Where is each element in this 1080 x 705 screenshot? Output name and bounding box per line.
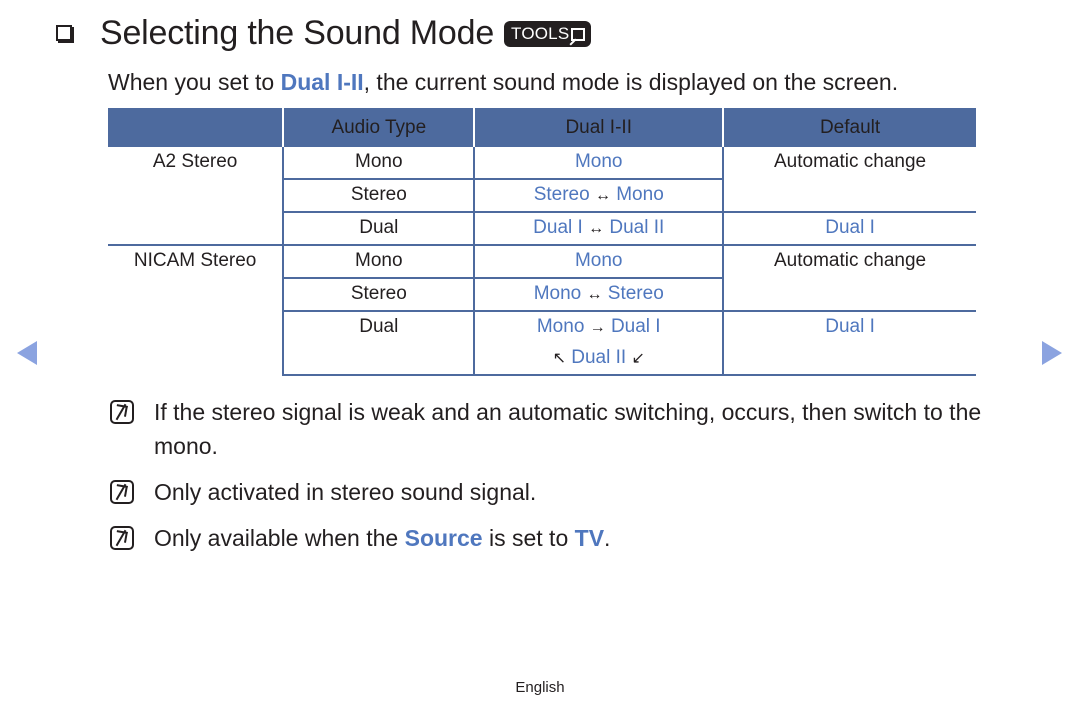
intro-after: , the current sound mode is displayed on… <box>363 69 899 95</box>
header-cell-blank <box>108 108 284 147</box>
note-item: Only activated in stereo sound signal. <box>110 475 1010 509</box>
bidirectional-arrow-icon: ↔ <box>594 187 611 204</box>
bidirectional-arrow-icon: ↔ <box>588 220 605 237</box>
group-name-cell: NICAM Stereo <box>108 244 284 375</box>
table-row: NICAM Stereo Mono Mono Automatic change <box>108 244 976 375</box>
intro-text: When you set to Dual I-II, the current s… <box>108 69 898 96</box>
intro-highlight: Dual I-II <box>280 69 364 95</box>
next-page-arrow-icon[interactable] <box>1042 341 1062 365</box>
dual-cell: Dual I ↔ Dual II <box>473 211 724 245</box>
note-text: If the stereo signal is weak and an auto… <box>154 399 982 459</box>
note-icon <box>110 526 134 550</box>
dual-value-a: Stereo <box>533 184 590 205</box>
default-cell: Automatic change <box>722 147 976 212</box>
note-text-before: Only available when the <box>154 525 405 551</box>
note-text-after: . <box>604 525 611 551</box>
bidirectional-arrow-icon: ↔ <box>586 286 603 303</box>
dual-cell: Stereo ↔ Mono <box>473 178 724 212</box>
dual-value-c: Dual II <box>571 347 627 368</box>
note-icon <box>110 480 134 504</box>
dual-value-b: Stereo <box>607 283 664 304</box>
note-text: Only available when the Source is set to… <box>154 521 610 555</box>
down-left-arrow-icon: ↙ <box>631 350 645 367</box>
header-cell-audio-type: Audio Type <box>282 108 475 147</box>
default-cell: Dual I <box>722 211 976 245</box>
footer-language: English <box>515 679 565 696</box>
table-row: A2 Stereo Mono Mono Automatic change <box>108 147 976 212</box>
audio-type-cell: Dual <box>282 310 475 376</box>
dual-cell: Mono <box>473 147 724 179</box>
dual-value-a: Dual I <box>533 217 583 238</box>
note-text: Only activated in stereo sound signal. <box>154 479 537 505</box>
tools-button-badge: TOOLS <box>504 21 592 47</box>
previous-page-arrow-icon[interactable] <box>17 341 37 365</box>
dual-line-2: ↖ Dual II ↙ <box>475 343 722 374</box>
dual-value-a: Mono <box>536 316 585 337</box>
header-cell-dual: Dual I-II <box>473 108 724 147</box>
audio-type-cell: Stereo <box>282 277 475 311</box>
note-item: If the stereo signal is weak and an auto… <box>110 395 1010 463</box>
intro-before: When you set to <box>108 69 281 95</box>
dual-value-b: Mono <box>616 184 664 205</box>
note-highlight-source: Source <box>404 525 483 551</box>
dual-cell: Mono <box>473 244 724 278</box>
tools-remote-icon <box>571 27 586 41</box>
audio-type-cell: Mono <box>282 244 475 278</box>
page-title: Selecting the Sound Mode <box>100 13 495 52</box>
header-cell-default: Default <box>722 108 976 147</box>
dual-value-b: Dual II <box>609 217 665 238</box>
up-left-arrow-icon: ↖ <box>552 350 566 367</box>
audio-type-cell: Stereo <box>282 178 475 212</box>
audio-type-cell: Dual <box>282 211 475 245</box>
checkbox-square-icon <box>56 25 72 41</box>
note-icon <box>110 400 134 424</box>
dual-value-a: Mono <box>533 283 582 304</box>
sound-mode-table: Audio Type Dual I-II Default A2 Stereo M… <box>108 108 976 376</box>
dual-value-b: Dual I <box>610 316 661 337</box>
note-item: Only available when the Source is set to… <box>110 521 1010 555</box>
table-header-row: Audio Type Dual I-II Default <box>108 108 976 147</box>
right-arrow-icon: → <box>589 319 606 336</box>
default-cell: Dual I <box>722 310 976 376</box>
dual-cell: Mono ↔ Stereo <box>473 277 724 311</box>
page-header: Selecting the Sound Mode TOOLS <box>56 10 592 56</box>
group-name-cell: A2 Stereo <box>152 151 238 172</box>
note-text-mid: is set to <box>482 525 575 551</box>
note-highlight-tv: TV <box>574 525 605 551</box>
audio-type-cell: Mono <box>282 147 475 179</box>
notes-list: If the stereo signal is weak and an auto… <box>110 395 1010 567</box>
default-cell: Automatic change <box>722 244 976 311</box>
tools-badge-label: TOOLS <box>511 24 570 43</box>
dual-line-1: Mono → Dual I <box>475 312 722 343</box>
dual-cell: Mono → Dual I ↖ Dual II ↙ <box>473 310 724 376</box>
